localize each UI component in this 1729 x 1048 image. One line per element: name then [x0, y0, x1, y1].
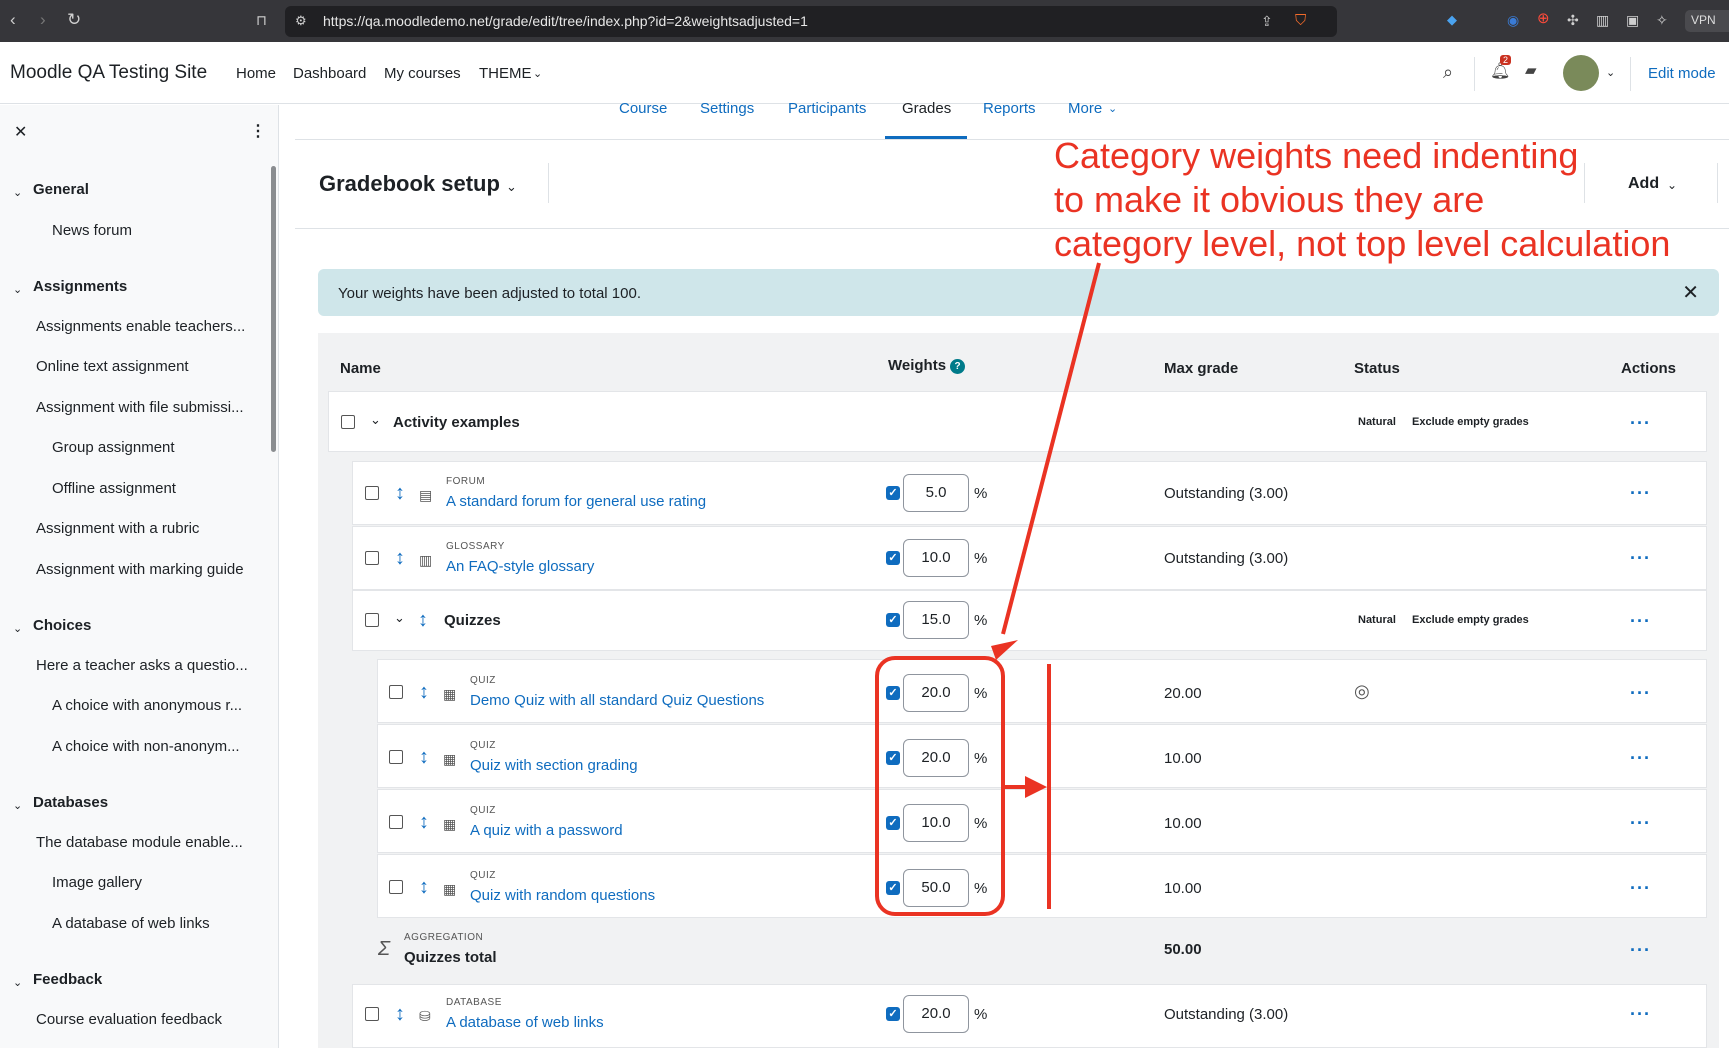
annotation-overlay	[875, 262, 1101, 916]
annotation-highlight-box	[875, 656, 1005, 916]
annotation-arrowhead	[991, 640, 1018, 660]
annotation-arrowhead	[1025, 776, 1047, 798]
annotation-arrow-line	[1001, 262, 1101, 635]
